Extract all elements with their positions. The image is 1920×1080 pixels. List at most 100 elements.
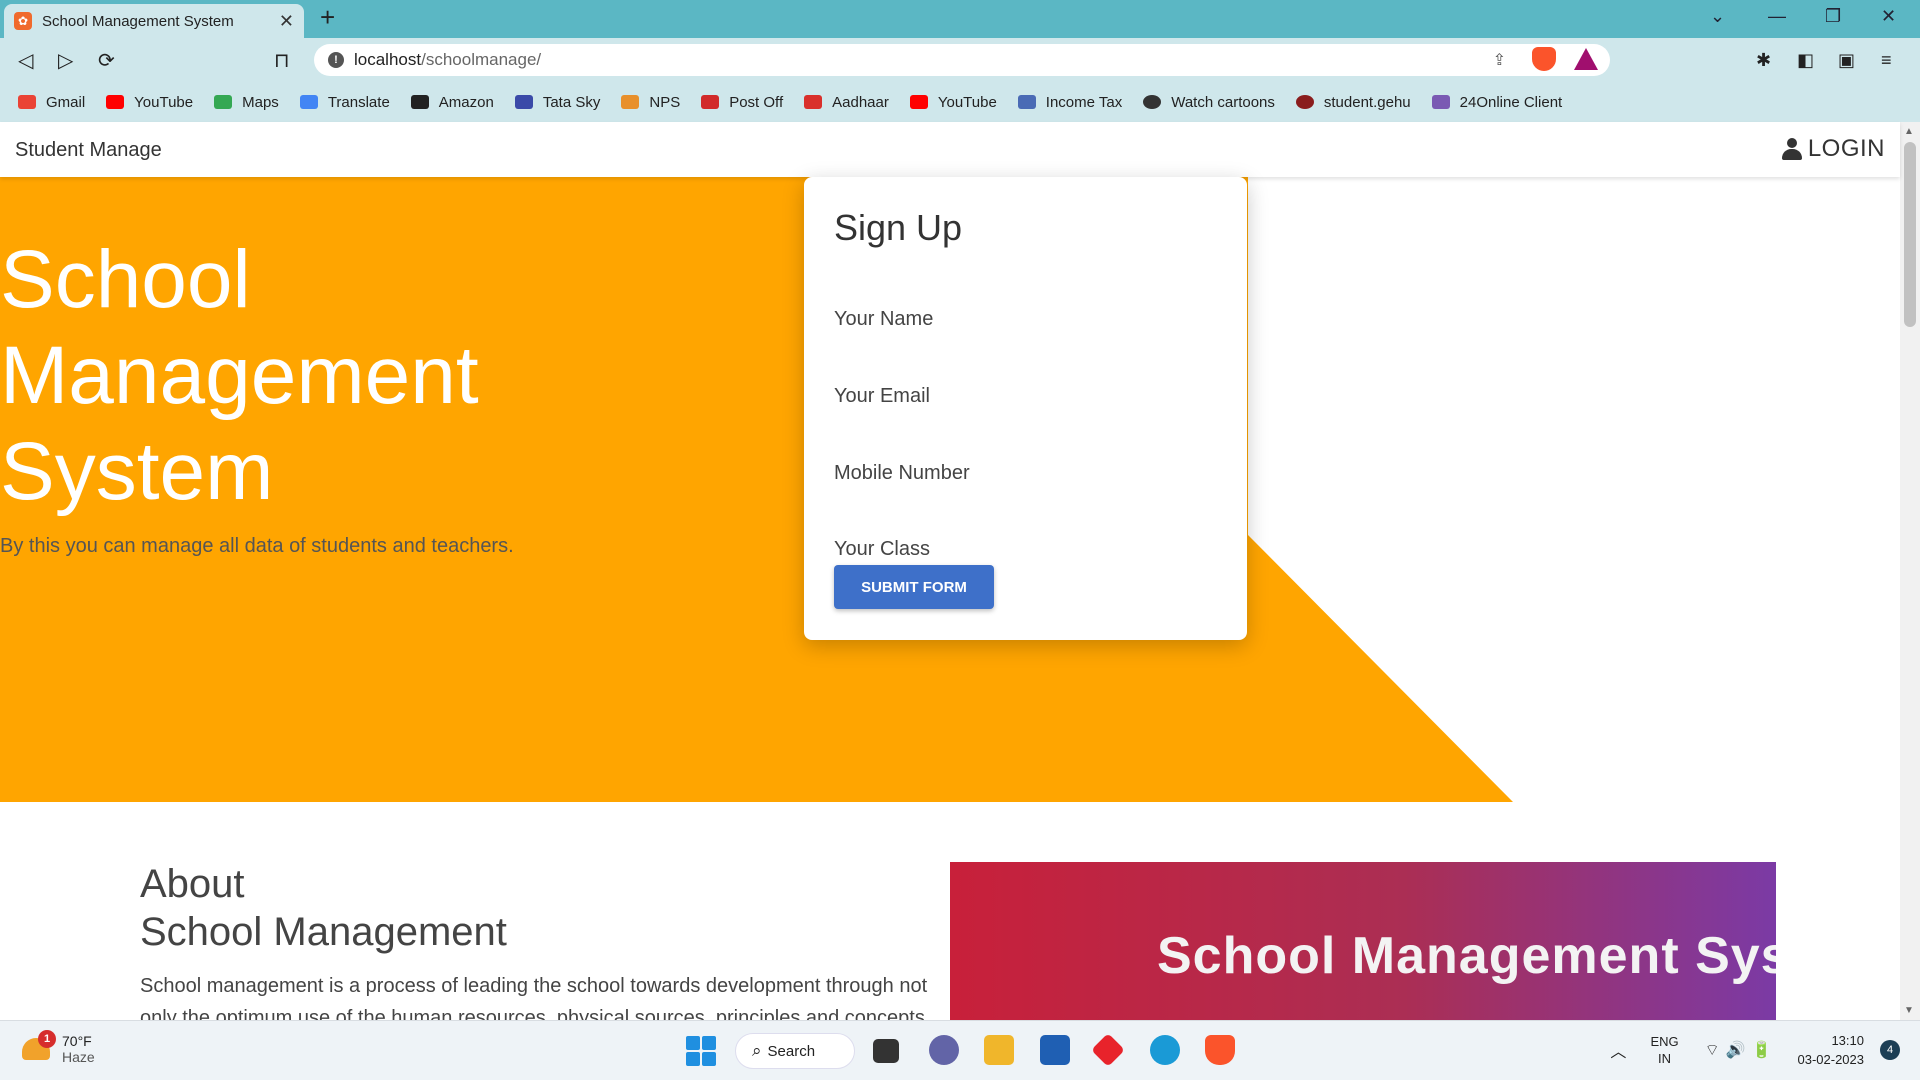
about-heading-line1: About [140, 862, 245, 906]
xampp-favicon-icon: ✿ [14, 12, 32, 30]
name-field[interactable] [834, 303, 1217, 337]
translate-icon [299, 95, 318, 109]
banner-text: School Management Syste [1157, 927, 1776, 985]
menu-icon[interactable]: ≡ [1881, 50, 1892, 71]
submit-form-button[interactable]: SUBMIT FORM [834, 565, 994, 609]
scroll-up-icon[interactable]: ▲ [1904, 126, 1914, 137]
site-info-icon[interactable]: ! [328, 52, 344, 68]
post-office-icon [701, 95, 720, 109]
search-label: Search [767, 1042, 816, 1060]
restore-button[interactable]: ❐ [1825, 6, 1841, 27]
bookmark-amazon[interactable]: Amazon [410, 94, 494, 111]
weather-badge: 1 [38, 1030, 56, 1048]
tab-search-chevron-icon[interactable]: ⌄ [1710, 6, 1725, 27]
24online-icon [1431, 95, 1450, 109]
gehu-icon [1295, 95, 1314, 109]
tab-close-icon[interactable]: ✕ [279, 11, 294, 32]
brave-shields-icon[interactable] [1532, 47, 1556, 71]
gmail-icon [18, 95, 36, 109]
bookmarks-bar: Gmail YouTube Maps Translate Amazon Tata… [0, 82, 1920, 122]
share-icon[interactable]: ⇪ [1493, 50, 1506, 70]
bookmark-student-gehu[interactable]: student.gehu [1295, 94, 1411, 111]
user-icon [1781, 138, 1802, 160]
minimize-button[interactable]: — [1768, 6, 1786, 27]
bookmark-youtube[interactable]: YouTube [106, 94, 193, 111]
login-label: LOGIN [1807, 135, 1885, 162]
bookmark-tata-sky[interactable]: Tata Sky [514, 94, 600, 111]
site-navbar: Student Manage LOGIN [0, 122, 1900, 177]
bookmark-watch-cartoons[interactable]: Watch cartoons [1143, 94, 1275, 111]
browser-tab-strip: ✿ School Management System ✕ + ⌄ — ❐ ✕ [0, 0, 1920, 38]
address-bar[interactable]: ! localhost/schoolmanage/ ⇪ [314, 44, 1610, 76]
file-explorer-icon[interactable] [984, 1035, 1014, 1065]
site-brand[interactable]: Student Manage [15, 139, 162, 162]
bookmark-income-tax[interactable]: Income Tax [1017, 94, 1122, 111]
bookmark-nps[interactable]: NPS [621, 94, 680, 111]
language-indicator[interactable]: ENG IN [1650, 1033, 1678, 1067]
wallet-icon[interactable]: ▣ [1838, 50, 1855, 71]
email-field[interactable] [834, 380, 1217, 414]
brave-browser-icon[interactable] [1205, 1035, 1235, 1065]
bookmark-maps[interactable]: Maps [214, 94, 279, 111]
clock[interactable]: 13:10 03-02-2023 [1798, 1031, 1865, 1069]
clock-date: 03-02-2023 [1797, 1052, 1865, 1067]
brave-rewards-icon[interactable] [1574, 48, 1598, 70]
teams-chat-icon[interactable] [929, 1035, 959, 1065]
search-icon: ⌕ [752, 1041, 762, 1060]
browser-tab[interactable]: ✿ School Management System ✕ [4, 4, 304, 38]
hero-subtitle: By this you can manage all data of stude… [0, 535, 514, 557]
scroll-down-icon[interactable]: ▼ [1904, 1005, 1914, 1016]
terminal-app-icon[interactable] [873, 1039, 899, 1063]
start-button[interactable] [686, 1036, 716, 1066]
bookmark-gmail[interactable]: Gmail [18, 94, 85, 111]
nps-icon [621, 95, 640, 109]
reload-button[interactable]: ⟳ [98, 48, 115, 73]
about-section: About School Management School managemen… [140, 860, 940, 1034]
about-banner-image: School Management Syste [950, 862, 1776, 1022]
network-volume-battery-icons[interactable]: ⌔🔊🔋 [1705, 1040, 1778, 1060]
signup-heading: Sign Up [834, 207, 963, 248]
aadhaar-icon [804, 95, 823, 109]
anydesk-icon[interactable] [1091, 1033, 1125, 1067]
microsoft-store-icon[interactable] [1040, 1035, 1070, 1065]
show-hidden-icons-icon[interactable]: ︿ [1610, 1038, 1626, 1062]
bookmark-post-off[interactable]: Post Off [701, 94, 783, 111]
bookmark-icon[interactable]: ⊓ [274, 48, 290, 73]
class-field[interactable] [834, 533, 1217, 567]
tab-title: School Management System [42, 12, 234, 30]
weather-widget[interactable]: 1 70°F Haze [22, 1030, 95, 1065]
address-toolbar: ◁ ▷ ⟳ ⊓ ! localhost/schoolmanage/ ⇪ ✱ ◧ … [0, 38, 1920, 82]
youtube-icon [106, 95, 125, 109]
page-scrollbar[interactable]: ▲ ▼ [1900, 122, 1920, 1020]
back-button[interactable]: ◁ [18, 48, 33, 73]
system-tray: ︿ ENG IN ⌔🔊🔋 13:10 03-02-2023 4 [1610, 1031, 1900, 1069]
weather-icon: 1 [22, 1030, 56, 1060]
bookmark-aadhaar[interactable]: Aadhaar [804, 94, 889, 111]
globe-icon [1143, 95, 1162, 109]
notification-badge[interactable]: 4 [1880, 1040, 1900, 1060]
hero-title-line: School [0, 234, 251, 325]
forward-button[interactable]: ▷ [58, 48, 73, 73]
lang-region: IN [1658, 1051, 1672, 1066]
tata-sky-icon [514, 95, 533, 109]
login-link[interactable]: LOGIN [1781, 135, 1885, 163]
mobile-field[interactable] [834, 457, 1217, 491]
taskbar-search[interactable]: ⌕ Search [735, 1033, 855, 1069]
maps-icon [214, 95, 233, 109]
extensions-icon[interactable]: ✱ [1756, 50, 1771, 71]
sidebar-icon[interactable]: ◧ [1797, 50, 1814, 71]
bookmark-24online[interactable]: 24Online Client [1431, 94, 1562, 111]
about-heading: About School Management [140, 860, 940, 956]
signup-card: Sign Up SUBMIT FORM [804, 177, 1247, 640]
about-heading-line2: School Management [140, 910, 507, 954]
bookmark-youtube-2[interactable]: YouTube [909, 94, 997, 111]
lang-code: ENG [1650, 1034, 1679, 1049]
bookmark-translate[interactable]: Translate [299, 94, 390, 111]
clock-time: 13:10 [1831, 1033, 1864, 1048]
scrollbar-thumb[interactable] [1904, 142, 1916, 327]
close-window-button[interactable]: ✕ [1881, 6, 1896, 27]
edge-icon[interactable] [1150, 1035, 1180, 1065]
weather-temp: 70°F [62, 1033, 92, 1049]
income-tax-icon [1017, 95, 1036, 109]
new-tab-button[interactable]: + [320, 2, 335, 33]
